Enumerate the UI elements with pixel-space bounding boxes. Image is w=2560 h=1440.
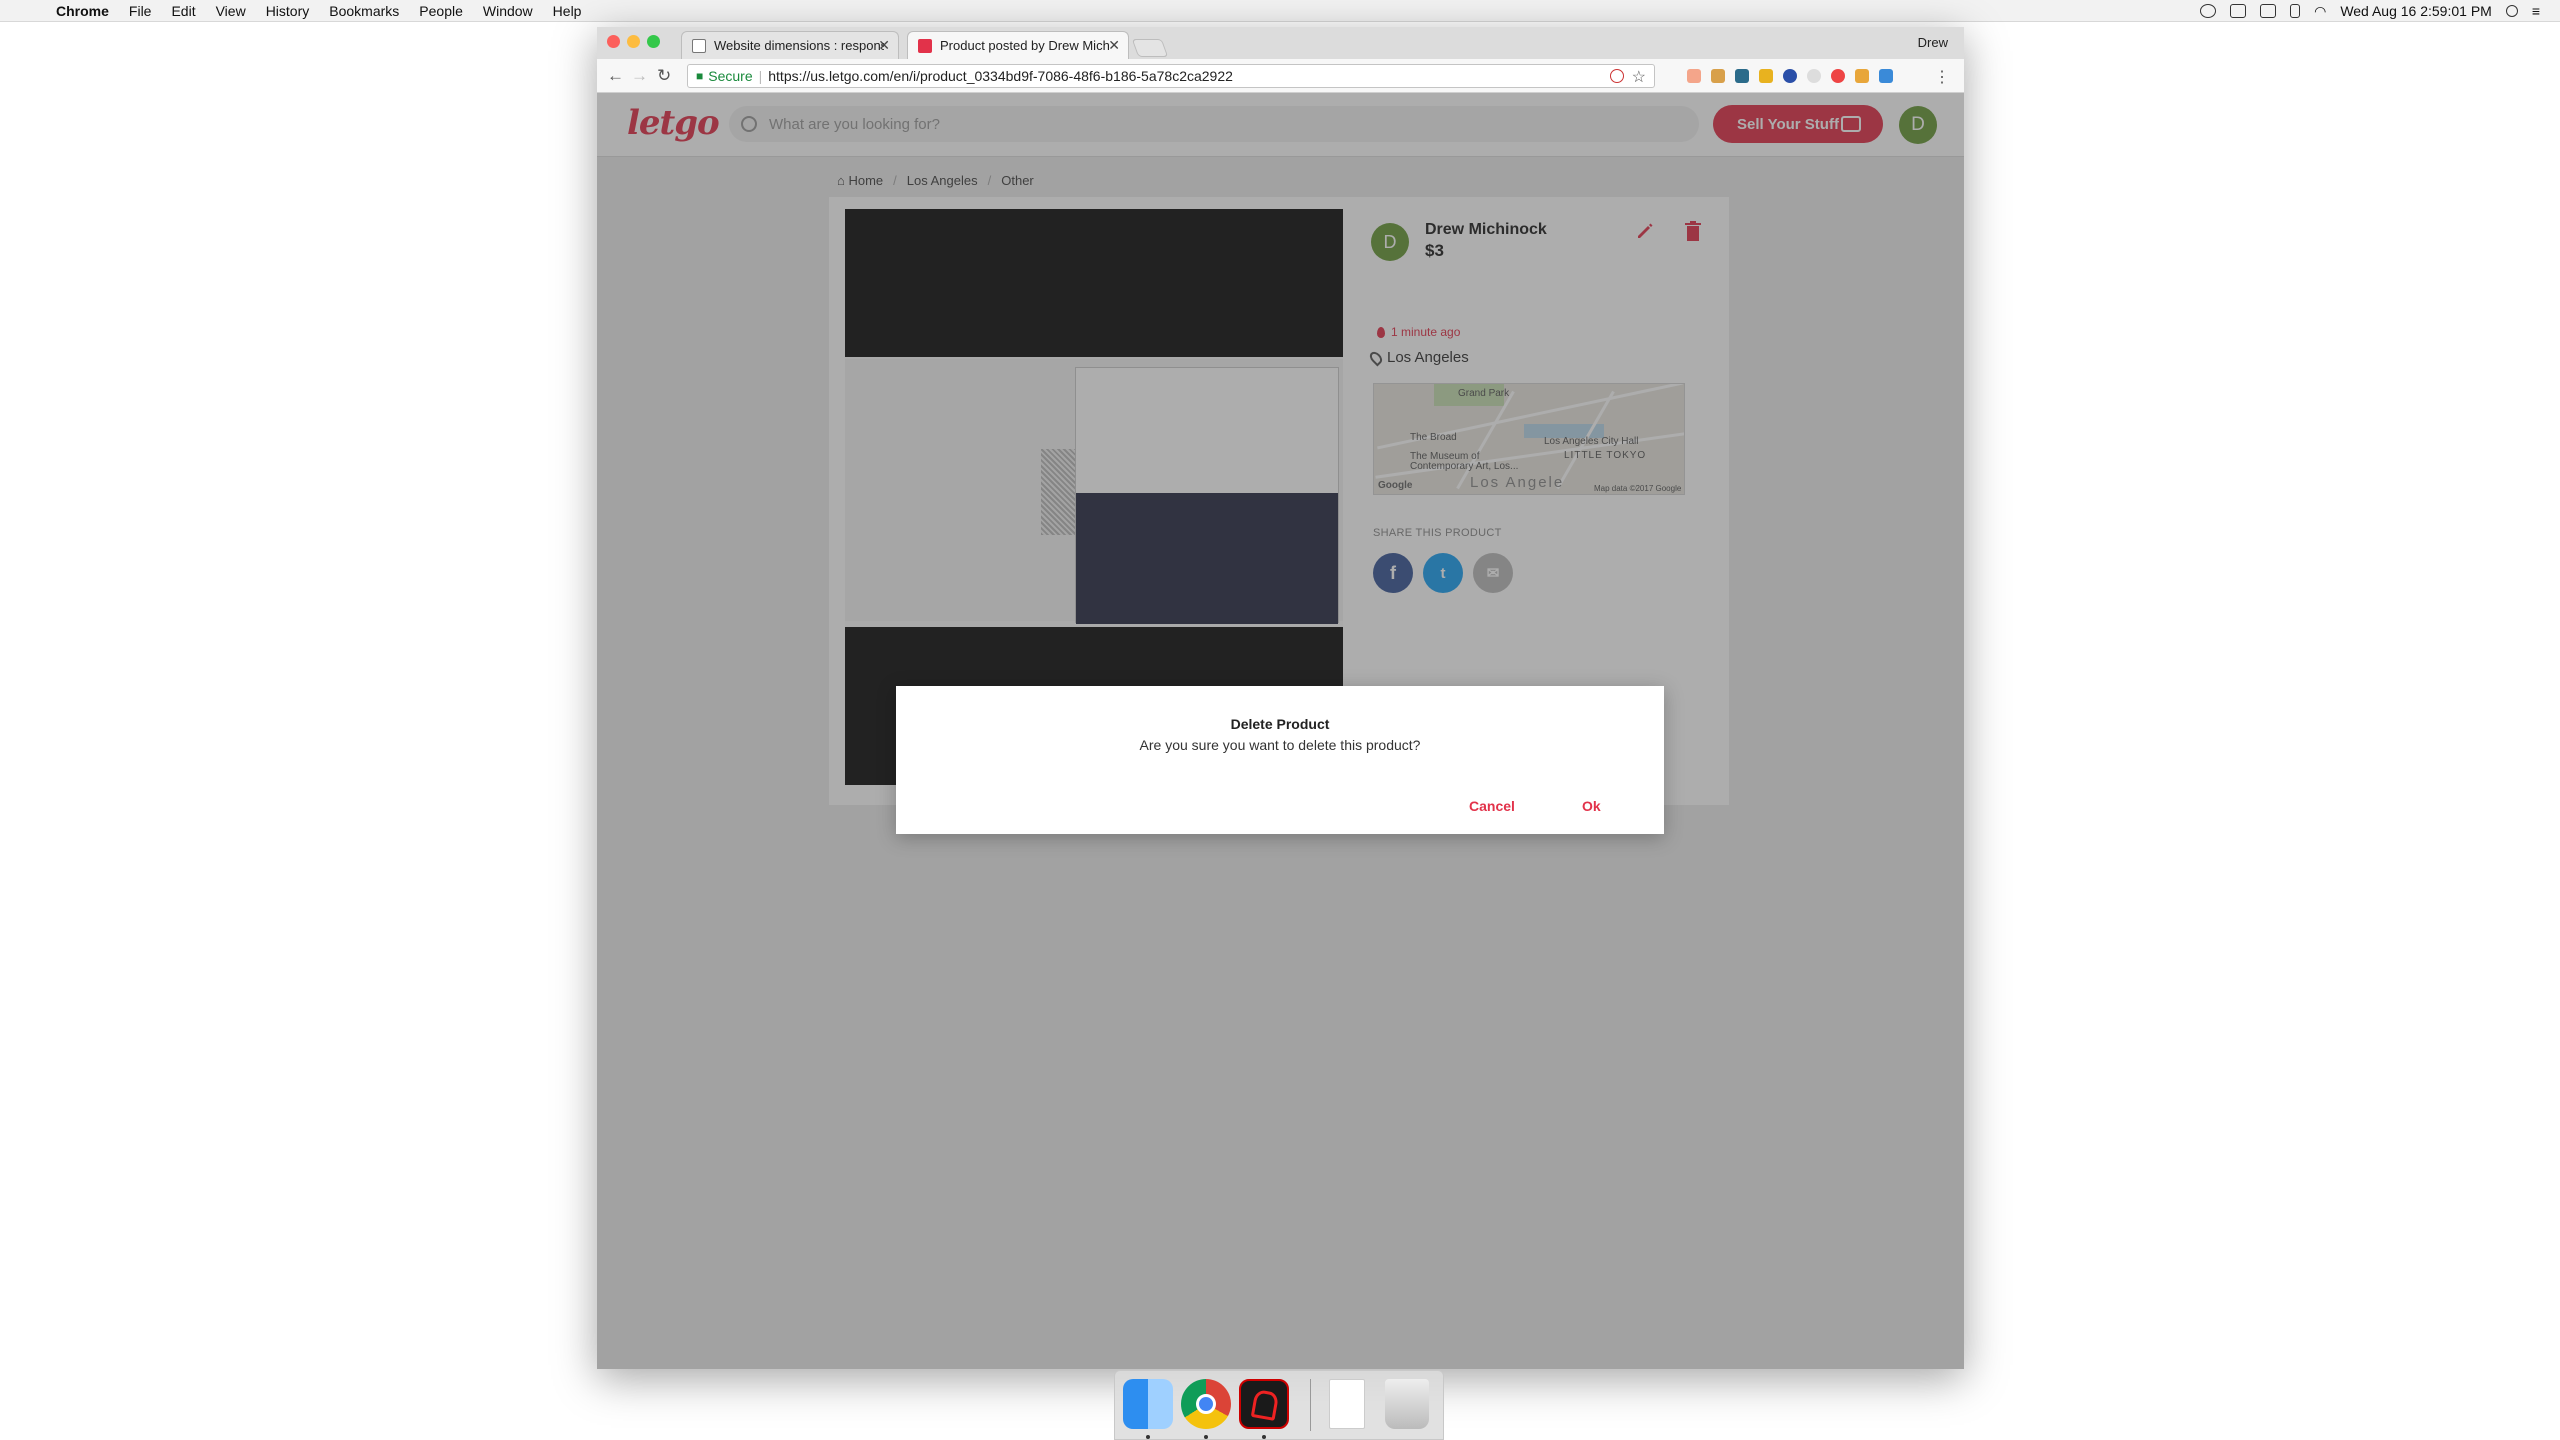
menu-help[interactable]: Help <box>553 3 582 19</box>
acrobat-icon[interactable] <box>1239 1379 1289 1429</box>
extension-icon[interactable] <box>1831 69 1845 83</box>
dialog-message: Are you sure you want to delete this pro… <box>1139 737 1421 753</box>
running-indicator <box>1204 1435 1208 1439</box>
dialog-title: Delete Product <box>1230 716 1330 732</box>
tab-title: Website dimensions : respons <box>714 38 884 53</box>
profile-name[interactable]: Drew <box>1918 35 1948 50</box>
extension-icon[interactable] <box>1735 69 1749 83</box>
close-tab-icon[interactable]: ✕ <box>1108 37 1120 54</box>
menu-people[interactable]: People <box>419 3 463 19</box>
spotlight-icon[interactable] <box>2505 5 2518 17</box>
close-tab-icon[interactable]: ✕ <box>878 37 890 54</box>
clock[interactable]: Wed Aug 16 2:59:01 PM <box>2340 3 2492 19</box>
close-window-icon[interactable] <box>607 35 620 48</box>
macos-menubar: Chrome File Edit View History Bookmarks … <box>0 0 2560 22</box>
airplay-icon[interactable] <box>2260 4 2277 18</box>
display-icon[interactable] <box>2230 4 2247 18</box>
letgo-page: letgo What are you looking for? Sell You… <box>597 93 1964 1369</box>
document-icon <box>692 38 706 53</box>
tab-title: Product posted by Drew Michi <box>940 38 1110 53</box>
chrome-menu-icon[interactable]: ⋮ <box>1934 67 1950 87</box>
menu-window[interactable]: Window <box>483 3 533 19</box>
ok-button[interactable]: Ok <box>1582 798 1601 814</box>
tab-website-dimensions[interactable]: Website dimensions : respons ✕ <box>681 31 899 59</box>
extension-icon[interactable] <box>1759 69 1773 83</box>
delete-product-dialog: Delete Product Are you sure you want to … <box>896 686 1664 834</box>
cancel-button[interactable]: Cancel <box>1469 798 1515 814</box>
extension-icon[interactable] <box>1879 69 1893 83</box>
menu-edit[interactable]: Edit <box>171 3 195 19</box>
minimize-window-icon[interactable] <box>627 35 640 48</box>
notification-center-icon[interactable]: ≡ <box>2532 3 2540 19</box>
menu-bookmarks[interactable]: Bookmarks <box>329 3 399 19</box>
running-indicator <box>1146 1435 1150 1439</box>
bookmark-star-icon[interactable]: ☆ <box>1632 67 1646 87</box>
menu-app-chrome[interactable]: Chrome <box>56 3 109 19</box>
chrome-window: Website dimensions : respons ✕ Product p… <box>597 27 1964 1369</box>
status-area: ◠ Wed Aug 16 2:59:01 PM ≡ <box>2200 0 2540 22</box>
tab-strip: Website dimensions : respons ✕ Product p… <box>597 27 1964 59</box>
extension-icon[interactable] <box>1855 69 1869 83</box>
trash-icon[interactable] <box>1385 1379 1429 1429</box>
bluetooth-icon[interactable] <box>2290 4 2301 18</box>
omnibox-separator: | <box>758 68 763 84</box>
zoom-window-icon[interactable] <box>647 35 660 48</box>
address-bar[interactable]: ■ Secure | https://us.letgo.com/en/i/pro… <box>687 64 1655 88</box>
camera-blocked-icon[interactable] <box>1610 69 1624 83</box>
letgo-favicon-icon <box>918 38 932 53</box>
menu-history[interactable]: History <box>266 3 310 19</box>
tab-letgo-product[interactable]: Product posted by Drew Michi ✕ <box>907 31 1129 59</box>
forward-icon[interactable]: → <box>631 66 648 86</box>
browser-toolbar: ← → ↻ ■ Secure | https://us.letgo.com/en… <box>597 59 1964 93</box>
downloads-document-icon[interactable] <box>1329 1379 1365 1429</box>
macos-dock <box>1114 1370 1444 1440</box>
extension-icon[interactable] <box>1687 69 1701 83</box>
back-icon[interactable]: ← <box>607 66 624 86</box>
creative-cloud-icon[interactable] <box>2200 4 2217 18</box>
url-text[interactable]: https://us.letgo.com/en/i/product_0334bd… <box>768 68 1233 84</box>
extension-icon[interactable] <box>1807 69 1821 83</box>
acrobat-glyph <box>1250 1389 1280 1421</box>
new-tab-button[interactable] <box>1131 39 1169 57</box>
lock-icon: ■ <box>696 69 704 83</box>
chrome-icon[interactable] <box>1181 1379 1231 1429</box>
reload-icon[interactable]: ↻ <box>657 66 671 86</box>
chrome-icon-center <box>1196 1394 1216 1414</box>
wifi-icon[interactable]: ◠ <box>2314 3 2326 20</box>
dock-separator <box>1310 1379 1311 1431</box>
extension-icon[interactable] <box>1711 69 1725 83</box>
finder-icon[interactable] <box>1123 1379 1173 1429</box>
extension-icon[interactable] <box>1783 69 1797 83</box>
running-indicator <box>1262 1435 1266 1439</box>
menu-file[interactable]: File <box>129 3 152 19</box>
menu-view[interactable]: View <box>216 3 246 19</box>
secure-label: Secure <box>708 68 753 84</box>
